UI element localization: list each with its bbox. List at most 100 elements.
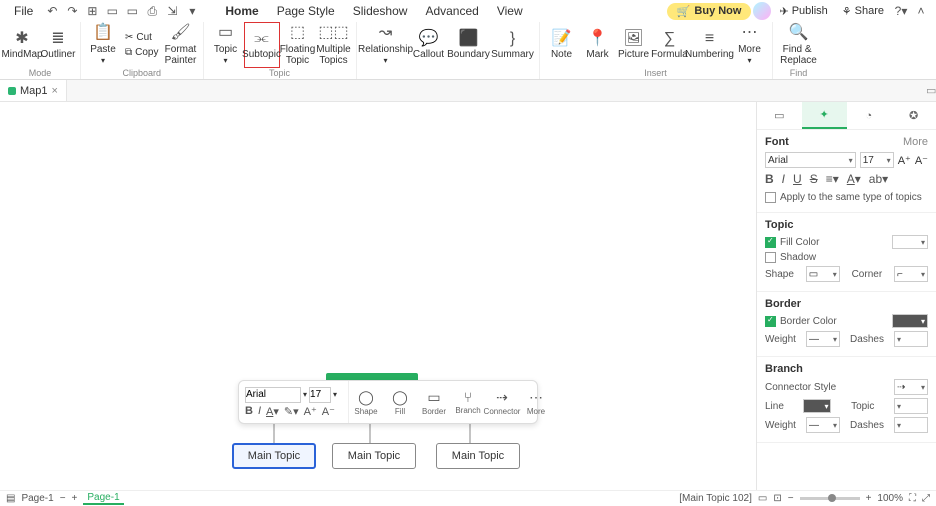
mark-button[interactable]: 📍Mark bbox=[580, 22, 616, 68]
outliner-view-button[interactable]: ≣Outliner bbox=[40, 22, 76, 68]
picture-button[interactable]: 🖼Picture bbox=[616, 22, 652, 68]
sp-tab-icon[interactable]: ✪ bbox=[891, 102, 936, 129]
center-icon[interactable]: ⊡ bbox=[773, 493, 781, 504]
find-replace-button[interactable]: 🔍Find & Replace bbox=[777, 22, 821, 68]
avatar[interactable] bbox=[753, 2, 771, 20]
print-icon[interactable]: ⎙ bbox=[143, 2, 161, 20]
shadow-checkbox[interactable]: Shadow bbox=[765, 252, 816, 263]
italic-icon[interactable]: I bbox=[258, 405, 261, 418]
more-qat-icon[interactable]: ▾ bbox=[183, 2, 201, 20]
tab-slideshow[interactable]: Slideshow bbox=[345, 2, 416, 20]
pages-list-icon[interactable]: ▤ bbox=[6, 493, 15, 504]
tab-home[interactable]: Home bbox=[217, 2, 266, 20]
border-weight-select[interactable]: —▾ bbox=[806, 331, 840, 347]
shrink-font-side-icon[interactable]: A⁻ bbox=[915, 154, 928, 167]
open-icon[interactable]: ▭ bbox=[103, 2, 121, 20]
zoom-in-icon[interactable]: + bbox=[866, 493, 872, 504]
copy-button[interactable]: ⧉Copy bbox=[121, 46, 163, 59]
float-shape-button[interactable]: ◯Shape bbox=[349, 381, 383, 423]
size-dropdown-icon[interactable]: ▾ bbox=[333, 390, 337, 399]
fit-icon[interactable]: ▭ bbox=[758, 493, 767, 504]
case-side-icon[interactable]: ab▾ bbox=[869, 172, 888, 186]
main-topic-3[interactable]: Main Topic bbox=[436, 443, 520, 469]
redo-icon[interactable]: ↷ bbox=[63, 2, 81, 20]
font-color-icon[interactable]: A▾ bbox=[266, 405, 279, 418]
border-color-swatch[interactable]: ▾ bbox=[892, 314, 928, 328]
grow-font-icon[interactable]: A⁺ bbox=[304, 405, 317, 418]
callout-button[interactable]: 💬Callout bbox=[411, 22, 447, 68]
fullscreen-icon[interactable]: ⤢ bbox=[922, 493, 930, 504]
border-dashes-select[interactable]: ▾ bbox=[894, 331, 928, 347]
connector-style-select[interactable]: ⇢▾ bbox=[894, 379, 928, 395]
canvas[interactable]: Main Topic Main Topic Main Topic ▾ ▾ B I… bbox=[0, 102, 756, 490]
bold-icon[interactable]: B bbox=[245, 405, 253, 418]
float-fill-button[interactable]: ◯Fill bbox=[383, 381, 417, 423]
tab-page-style[interactable]: Page Style bbox=[269, 2, 343, 20]
font-more-link[interactable]: More bbox=[903, 136, 928, 148]
border-color-checkbox[interactable]: Border Color bbox=[765, 316, 837, 327]
doc-tab-map1[interactable]: Map1 × bbox=[0, 80, 67, 101]
underline-side-icon[interactable]: U bbox=[793, 172, 802, 186]
align-side-icon[interactable]: ≡▾ bbox=[826, 172, 839, 186]
save-icon[interactable]: ▭ bbox=[123, 2, 141, 20]
sp-tab-tag[interactable]: ◔ bbox=[847, 102, 892, 129]
strike-side-icon[interactable]: S bbox=[810, 172, 818, 186]
mindmap-view-button[interactable]: ✱MindMap bbox=[4, 22, 40, 68]
branch-line-swatch[interactable]: ▾ bbox=[803, 399, 831, 413]
float-connector-button[interactable]: ⇢Connector bbox=[485, 381, 519, 423]
tab-overflow-icon[interactable]: ▭ bbox=[926, 84, 936, 97]
apply-same-checkbox[interactable]: Apply to the same type of topics bbox=[765, 192, 922, 203]
italic-side-icon[interactable]: I bbox=[782, 172, 785, 186]
shrink-font-icon[interactable]: A⁻ bbox=[322, 405, 335, 418]
cut-button[interactable]: ✂Cut bbox=[121, 31, 163, 44]
relationship-button[interactable]: ↝Relationship▾ bbox=[361, 22, 411, 68]
sp-tab-theme[interactable]: ✦ bbox=[802, 102, 847, 129]
zoom-out-icon[interactable]: − bbox=[788, 493, 794, 504]
close-tab-icon[interactable]: × bbox=[52, 85, 58, 97]
summary-button[interactable]: }Summary bbox=[491, 22, 535, 68]
next-page-icon[interactable]: + bbox=[72, 493, 78, 504]
tab-advanced[interactable]: Advanced bbox=[417, 2, 486, 20]
file-menu[interactable]: File bbox=[6, 2, 41, 20]
zoom-slider[interactable] bbox=[800, 497, 860, 500]
share-button[interactable]: ⚘Share bbox=[836, 5, 890, 18]
topic-button[interactable]: ▭Topic▾ bbox=[208, 22, 244, 68]
main-topic-1[interactable]: Main Topic bbox=[232, 443, 316, 469]
font-name-select[interactable]: Arial▾ bbox=[765, 152, 856, 168]
float-font-select[interactable] bbox=[245, 387, 301, 403]
shape-select[interactable]: ▭▾ bbox=[806, 266, 840, 282]
subtopic-button[interactable]: ⫘Subtopic bbox=[244, 22, 280, 68]
floating-topic-button[interactable]: ⬚Floating Topic bbox=[280, 22, 316, 68]
undo-icon[interactable]: ↶ bbox=[43, 2, 61, 20]
main-topic-2[interactable]: Main Topic bbox=[332, 443, 416, 469]
format-painter-button[interactable]: 🖌Format Painter bbox=[163, 22, 199, 68]
highlight-icon[interactable]: ✎▾ bbox=[284, 405, 299, 418]
prev-page-icon[interactable]: − bbox=[60, 493, 66, 504]
fill-color-swatch[interactable]: ▾ bbox=[892, 235, 928, 249]
more-insert-button[interactable]: ⋯More▾ bbox=[732, 22, 768, 68]
sp-tab-style[interactable]: ▭ bbox=[757, 102, 802, 129]
numbering-button[interactable]: ≡Numbering bbox=[688, 22, 732, 68]
font-color-side-icon[interactable]: A▾ bbox=[847, 172, 861, 186]
fill-color-checkbox[interactable]: Fill Color bbox=[765, 237, 819, 248]
new-icon[interactable]: ⊞ bbox=[83, 2, 101, 20]
branch-topic-select[interactable]: ▾ bbox=[894, 398, 928, 414]
collapse-ribbon-icon[interactable]: ˄ bbox=[912, 2, 930, 20]
fit-page-icon[interactable]: ⛶ bbox=[909, 493, 916, 504]
multiple-topics-button[interactable]: ⬚⬚Multiple Topics bbox=[316, 22, 352, 68]
branch-weight-select[interactable]: —▾ bbox=[806, 417, 840, 433]
note-button[interactable]: 📝Note bbox=[544, 22, 580, 68]
publish-button[interactable]: ✈Publish bbox=[773, 5, 833, 18]
formula-button[interactable]: ∑Formula bbox=[652, 22, 688, 68]
branch-dashes-select[interactable]: ▾ bbox=[894, 417, 928, 433]
float-branch-button[interactable]: ⑂Branch bbox=[451, 381, 485, 423]
grow-font-side-icon[interactable]: A⁺ bbox=[898, 154, 911, 167]
float-size-input[interactable] bbox=[309, 387, 331, 403]
export-icon[interactable]: ⇲ bbox=[163, 2, 181, 20]
float-more-button[interactable]: ⋯More bbox=[519, 381, 553, 423]
font-dropdown-icon[interactable]: ▾ bbox=[303, 390, 307, 399]
corner-select[interactable]: ⌐▾ bbox=[894, 266, 928, 282]
page-tab[interactable]: Page-1 bbox=[83, 492, 123, 505]
paste-button[interactable]: 📋Paste▾ bbox=[85, 22, 121, 68]
float-border-button[interactable]: ▭Border bbox=[417, 381, 451, 423]
